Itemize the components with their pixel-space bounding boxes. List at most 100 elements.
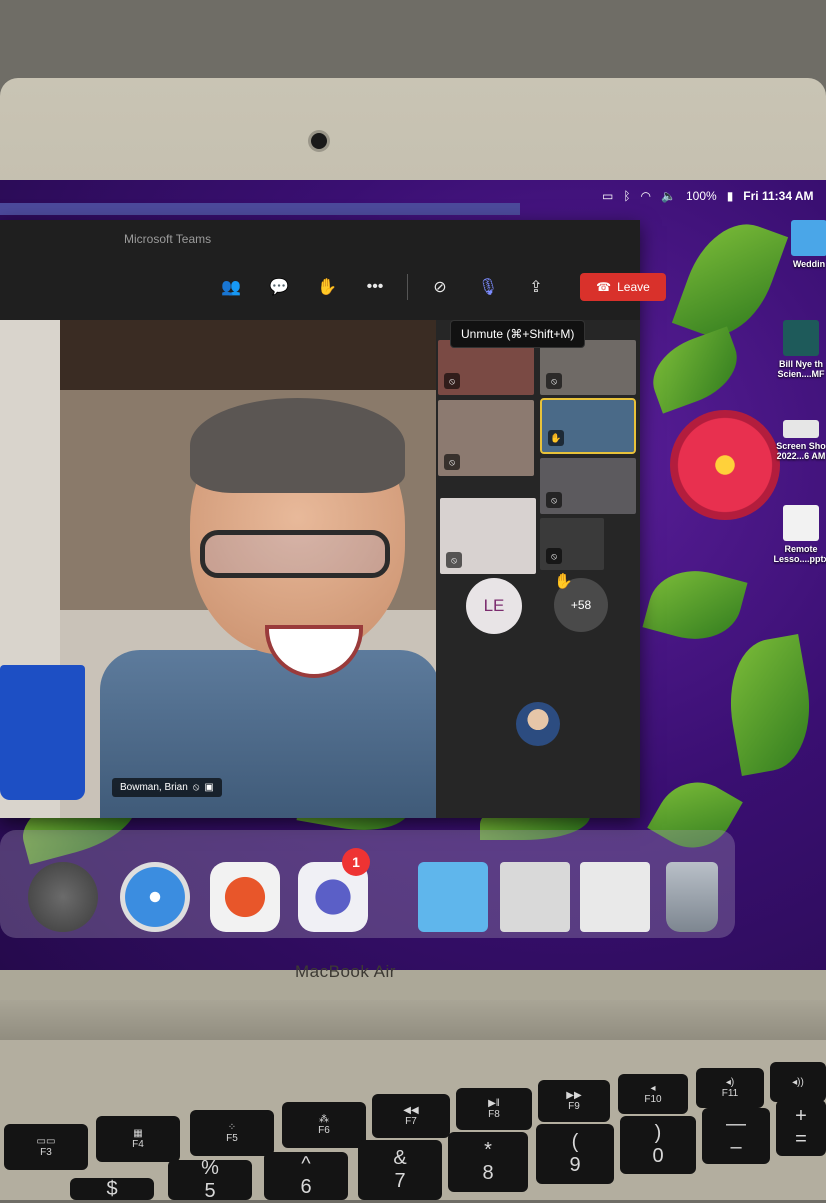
desktop-icon-label: Screen Sho 2022...6 AM (776, 441, 826, 461)
wallpaper-flower (670, 410, 780, 520)
f6-key[interactable]: ⁂ F6 (282, 1102, 366, 1148)
blue-bin (0, 665, 85, 800)
key-5[interactable]: % 5 (168, 1157, 252, 1202)
menubar-clock[interactable]: Fri 11:34 AM (743, 189, 813, 203)
f5-key[interactable]: ⁘ F5 (190, 1110, 274, 1156)
wifi-icon[interactable]: ◠ (641, 189, 651, 203)
more-actions-button[interactable]: ••• (359, 271, 391, 303)
participant-tile[interactable]: ⦸ (438, 400, 534, 476)
desktop-file[interactable]: Bill Nye th Scien....MF (770, 320, 826, 379)
bluetooth-icon[interactable]: ᛒ (623, 189, 630, 203)
mic-off-icon: 🎙 (477, 279, 499, 296)
camera-off-icon: ⊘ (433, 279, 447, 296)
main-video-stage[interactable]: Bowman, Brian ⦸ ▣ (0, 320, 440, 818)
battery-icon[interactable]: ▮ (727, 189, 734, 203)
mic-off-icon: ⦸ (546, 492, 562, 508)
key-9[interactable]: (9 (536, 1124, 614, 1184)
leave-label: Leave (617, 280, 650, 294)
participant-avatar-photo[interactable] (516, 702, 560, 746)
wallpaper-leaf (642, 326, 748, 414)
keyboard-dim-icon: ⁘ (227, 1122, 237, 1133)
participant-tile[interactable]: ⦸ (438, 340, 534, 395)
mission-control-icon: ▭▭ (36, 1136, 56, 1147)
speaker-glasses (200, 530, 390, 578)
leave-button[interactable]: ☎ Leave (580, 273, 666, 301)
mic-off-icon: ⦸ (446, 552, 462, 568)
participant-name: Bowman, Brian (120, 782, 188, 793)
laptop-brand: MacBook Air (295, 962, 396, 981)
participant-tile-speaking[interactable]: ✋ (540, 398, 636, 454)
f12-key[interactable]: ◂)) (770, 1062, 826, 1102)
mac-menubar: ▭ ᛒ ◠ 🔈 100% ▮ Fri 11:34 AM (590, 180, 826, 212)
recent-documents-stack[interactable] (500, 862, 570, 932)
key-7[interactable]: & 7 (358, 1140, 442, 1200)
laptop-screen: ▭ ᛒ ◠ 🔈 100% ▮ Fri 11:34 AM Microsoft Te… (0, 180, 826, 970)
mic-off-icon: ⦸ (444, 454, 460, 470)
wallpaper-leaf (642, 559, 748, 651)
pptx-file-icon (783, 505, 819, 541)
window-title: Microsoft Teams (124, 232, 212, 246)
webcam (311, 133, 327, 149)
key-8[interactable]: * 8 (448, 1132, 528, 1192)
key-4[interactable]: $ (70, 1178, 154, 1200)
participant-tile[interactable]: ⦸ (540, 518, 604, 570)
participant-name-chip: Bowman, Brian ⦸ ▣ (112, 778, 222, 797)
window-titlebar[interactable]: Microsoft Teams (0, 220, 640, 256)
participants-button[interactable]: 👥 (215, 271, 247, 303)
key-equals[interactable]: + = (776, 1100, 826, 1156)
airplay-icon[interactable]: ▭ (602, 189, 613, 203)
participant-tile[interactable]: ⦸ (540, 458, 636, 514)
key-minus[interactable]: — – (702, 1108, 770, 1164)
recent-presentations-stack[interactable] (580, 862, 650, 932)
f7-key[interactable]: ◀◀ F7 (372, 1094, 450, 1138)
desktop-file[interactable]: Screen Sho 2022...6 AM (770, 420, 826, 461)
mic-off-icon: ⦸ (546, 548, 562, 564)
safari-icon[interactable] (120, 862, 190, 932)
chat-button[interactable]: 💬 (263, 271, 295, 303)
rewind-icon: ◀◀ (403, 1105, 419, 1116)
raise-hand-icon: ✋ (554, 573, 573, 590)
trash-icon[interactable] (666, 862, 718, 932)
launchpad-icon[interactable] (28, 862, 98, 932)
toolbar-separator (407, 274, 408, 300)
participant-tile[interactable]: ⦸ (540, 340, 636, 395)
f3-key[interactable]: ▭▭ F3 (4, 1124, 88, 1170)
key-6[interactable]: ^ 6 (264, 1152, 348, 1200)
chat-icon: 💬 (269, 279, 289, 296)
powerpoint-icon[interactable] (210, 862, 280, 932)
mic-button[interactable]: 🎙 (472, 271, 504, 303)
keyboard-bright-icon: ⁂ (319, 1114, 329, 1125)
raise-hand-icon: ✋ (548, 430, 564, 446)
f11-key[interactable]: ◂) F11 (696, 1068, 764, 1108)
wallpaper-leaf (719, 634, 821, 776)
f10-key[interactable]: ◂ F10 (618, 1074, 688, 1114)
participant-tile[interactable]: ⦸ (440, 498, 536, 574)
reactions-button[interactable]: ✋ (311, 271, 343, 303)
meeting-toolbar: 👥 💬 ✋ ••• ⊘ 🎙 ⇪ ☎ Leave (215, 270, 666, 304)
share-tray-icon: ⇪ (529, 279, 543, 296)
mic-off-icon: ⦸ (192, 782, 200, 793)
f4-key[interactable]: ▦ F4 (96, 1116, 180, 1162)
desktop-file[interactable]: Remote Lesso....pptx (770, 505, 826, 564)
volume-icon[interactable]: 🔈 (661, 189, 676, 203)
play-pause-icon: ▶‖ (488, 1098, 500, 1109)
mic-off-icon: ⦸ (444, 373, 460, 389)
folder-icon (791, 220, 826, 256)
fast-forward-icon: ▶▶ (566, 1090, 582, 1101)
participant-gallery: ⦸ ⦸ ⦸ ✋ ⦸ ⦸ ⦸ LE +58 ✋ (436, 320, 640, 818)
mic-off-icon: ⦸ (546, 373, 562, 389)
downloads-folder-icon[interactable] (418, 862, 488, 932)
speaker-hair (190, 398, 405, 493)
key-0[interactable]: ) 0 (620, 1116, 696, 1174)
camera-button[interactable]: ⊘ (424, 271, 456, 303)
volume-down-icon: ◂) (725, 1077, 735, 1088)
share-button[interactable]: ⇪ (520, 271, 552, 303)
f8-key[interactable]: ▶‖ F8 (456, 1088, 532, 1130)
participant-avatar[interactable]: LE (466, 578, 522, 634)
unmute-tooltip: Unmute (⌘+Shift+M) (450, 320, 586, 348)
phone-hangup-icon: ☎ (596, 280, 612, 294)
desktop-folder[interactable]: Weddin (778, 220, 826, 269)
f9-key[interactable]: ▶▶ F9 (538, 1080, 610, 1122)
video-file-icon (783, 320, 819, 356)
screen-share-icon: ▣ (204, 782, 214, 793)
